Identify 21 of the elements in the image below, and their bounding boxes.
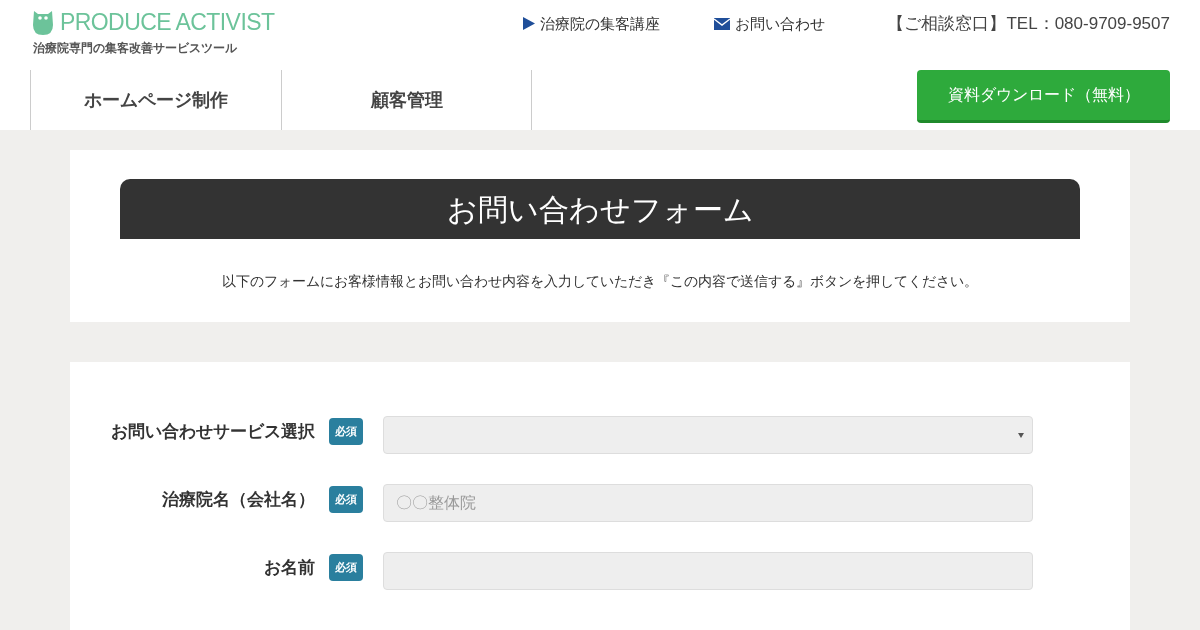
required-badge: 必須 — [329, 554, 363, 581]
field-label: 治療院名（会社名） — [162, 488, 315, 511]
tagline: 治療院専門の集客改善サービスツール — [33, 40, 238, 55]
header-link[interactable]: 治療院の集客講座 — [523, 12, 661, 35]
mail-icon — [714, 17, 731, 30]
logo-text: PRODUCE ACTIVIST — [60, 8, 275, 37]
field-label: お問い合わせサービス選択 — [111, 420, 315, 443]
select-field[interactable] — [383, 416, 1033, 454]
nav-item[interactable]: 顧客管理 — [281, 70, 532, 130]
phone-number: 【ご相談窓口】TEL：080-9709-9507 — [887, 13, 1170, 35]
owl-logo-icon — [32, 9, 54, 36]
required-badge: 必須 — [329, 418, 363, 445]
form-title: お問い合わせフォーム — [120, 179, 1080, 239]
nav-item[interactable]: ホームページ制作 — [30, 70, 281, 130]
header-link[interactable]: お問い合わせ — [714, 12, 826, 35]
dropdown-caret-icon — [1018, 432, 1024, 438]
field-label: お名前 — [264, 556, 315, 579]
required-badge: 必須 — [329, 486, 363, 513]
text-field[interactable] — [383, 552, 1033, 590]
intro-text: 以下のフォームにお客様情報とお問い合わせ内容を入力していただき『この内容で送信する』ボタンを押してください。 — [222, 272, 978, 291]
play-icon — [523, 17, 536, 31]
